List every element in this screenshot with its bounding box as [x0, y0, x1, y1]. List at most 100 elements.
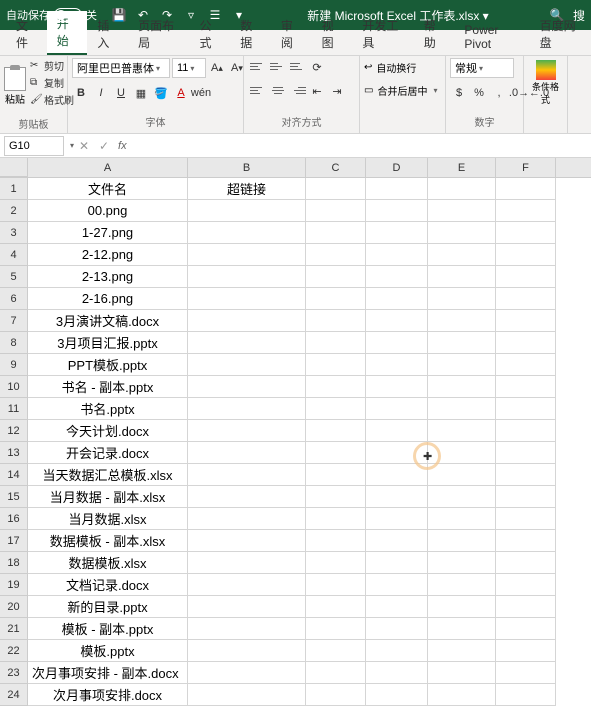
row-header[interactable]: 17: [0, 530, 28, 552]
cell[interactable]: [496, 266, 556, 288]
cell[interactable]: [496, 552, 556, 574]
cell[interactable]: [188, 222, 306, 244]
cell[interactable]: 今天计划.docx: [28, 420, 188, 442]
cell[interactable]: [366, 662, 428, 684]
row-header[interactable]: 15: [0, 486, 28, 508]
cell[interactable]: [366, 640, 428, 662]
cell[interactable]: [366, 222, 428, 244]
cell[interactable]: [366, 574, 428, 596]
row-header[interactable]: 14: [0, 464, 28, 486]
cell[interactable]: [306, 376, 366, 398]
cell[interactable]: [496, 508, 556, 530]
name-box[interactable]: G10: [4, 136, 64, 156]
row-header[interactable]: 8: [0, 332, 28, 354]
cell[interactable]: [496, 640, 556, 662]
cell[interactable]: [188, 530, 306, 552]
row-header[interactable]: 12: [0, 420, 28, 442]
cell[interactable]: [188, 618, 306, 640]
tab-insert[interactable]: 插入: [87, 13, 128, 55]
cell[interactable]: [496, 530, 556, 552]
cell[interactable]: [188, 464, 306, 486]
cell[interactable]: [306, 486, 366, 508]
cell[interactable]: [496, 442, 556, 464]
cell[interactable]: [366, 310, 428, 332]
cell[interactable]: [496, 618, 556, 640]
cell[interactable]: [366, 354, 428, 376]
cell[interactable]: [366, 552, 428, 574]
select-all-corner[interactable]: [0, 158, 28, 177]
align-center-button[interactable]: [268, 82, 286, 98]
cell[interactable]: [306, 332, 366, 354]
tab-developer[interactable]: 开发工具: [352, 13, 413, 55]
cell[interactable]: [496, 200, 556, 222]
row-header[interactable]: 3: [0, 222, 28, 244]
border-button[interactable]: ▦: [132, 84, 150, 102]
align-right-button[interactable]: [288, 82, 306, 98]
cell[interactable]: [188, 596, 306, 618]
cell[interactable]: [496, 684, 556, 706]
cell[interactable]: [306, 354, 366, 376]
cell[interactable]: [188, 574, 306, 596]
percent-button[interactable]: %: [470, 84, 488, 102]
cell[interactable]: [428, 574, 496, 596]
font-color-button[interactable]: A: [172, 84, 190, 102]
cancel-formula-button[interactable]: ✕: [74, 136, 94, 156]
cell[interactable]: [496, 332, 556, 354]
col-header-a[interactable]: A: [28, 158, 188, 177]
cell[interactable]: 数据模板.xlsx: [28, 552, 188, 574]
cell[interactable]: [366, 442, 428, 464]
italic-button[interactable]: I: [92, 84, 110, 102]
cell[interactable]: [366, 178, 428, 200]
cell[interactable]: [188, 266, 306, 288]
font-name-select[interactable]: 阿里巴巴普惠体▾: [72, 58, 170, 78]
cell[interactable]: [496, 398, 556, 420]
comma-button[interactable]: ,: [490, 84, 508, 102]
cell[interactable]: [496, 420, 556, 442]
orientation-button[interactable]: ⟳: [308, 58, 326, 76]
cell[interactable]: [306, 640, 366, 662]
cell[interactable]: PPT模板.pptx: [28, 354, 188, 376]
cell[interactable]: [366, 530, 428, 552]
cell[interactable]: [366, 376, 428, 398]
cell[interactable]: [428, 662, 496, 684]
cell[interactable]: [496, 596, 556, 618]
cell[interactable]: [366, 420, 428, 442]
row-header[interactable]: 21: [0, 618, 28, 640]
row-header[interactable]: 16: [0, 508, 28, 530]
align-bottom-button[interactable]: [288, 58, 306, 74]
cell[interactable]: [188, 310, 306, 332]
cell[interactable]: [496, 662, 556, 684]
col-header-f[interactable]: F: [496, 158, 556, 177]
cell[interactable]: [188, 200, 306, 222]
cell[interactable]: 1-27.png: [28, 222, 188, 244]
row-header[interactable]: 6: [0, 288, 28, 310]
cell[interactable]: [366, 486, 428, 508]
merge-center-button[interactable]: ▭合并后居中▾: [364, 81, 437, 100]
cell[interactable]: [188, 442, 306, 464]
cell[interactable]: 书名.pptx: [28, 398, 188, 420]
col-header-d[interactable]: D: [366, 158, 428, 177]
underline-button[interactable]: U: [112, 84, 130, 102]
align-left-button[interactable]: [248, 82, 266, 98]
cell[interactable]: [306, 662, 366, 684]
cell[interactable]: [366, 288, 428, 310]
row-header[interactable]: 23: [0, 662, 28, 684]
row-header[interactable]: 19: [0, 574, 28, 596]
row-header[interactable]: 18: [0, 552, 28, 574]
cell[interactable]: [188, 244, 306, 266]
cell[interactable]: [496, 178, 556, 200]
cell[interactable]: [496, 222, 556, 244]
row-header[interactable]: 2: [0, 200, 28, 222]
cell[interactable]: [496, 288, 556, 310]
tab-help[interactable]: 帮助: [414, 13, 455, 55]
wrap-text-button[interactable]: ↩自动换行: [364, 58, 416, 77]
cell[interactable]: [366, 684, 428, 706]
cell[interactable]: 2-16.png: [28, 288, 188, 310]
cell[interactable]: [306, 508, 366, 530]
cell[interactable]: 00.png: [28, 200, 188, 222]
fx-icon[interactable]: fx: [118, 140, 127, 152]
cell[interactable]: [188, 662, 306, 684]
cell[interactable]: [188, 288, 306, 310]
cell[interactable]: [496, 486, 556, 508]
cell[interactable]: [366, 464, 428, 486]
